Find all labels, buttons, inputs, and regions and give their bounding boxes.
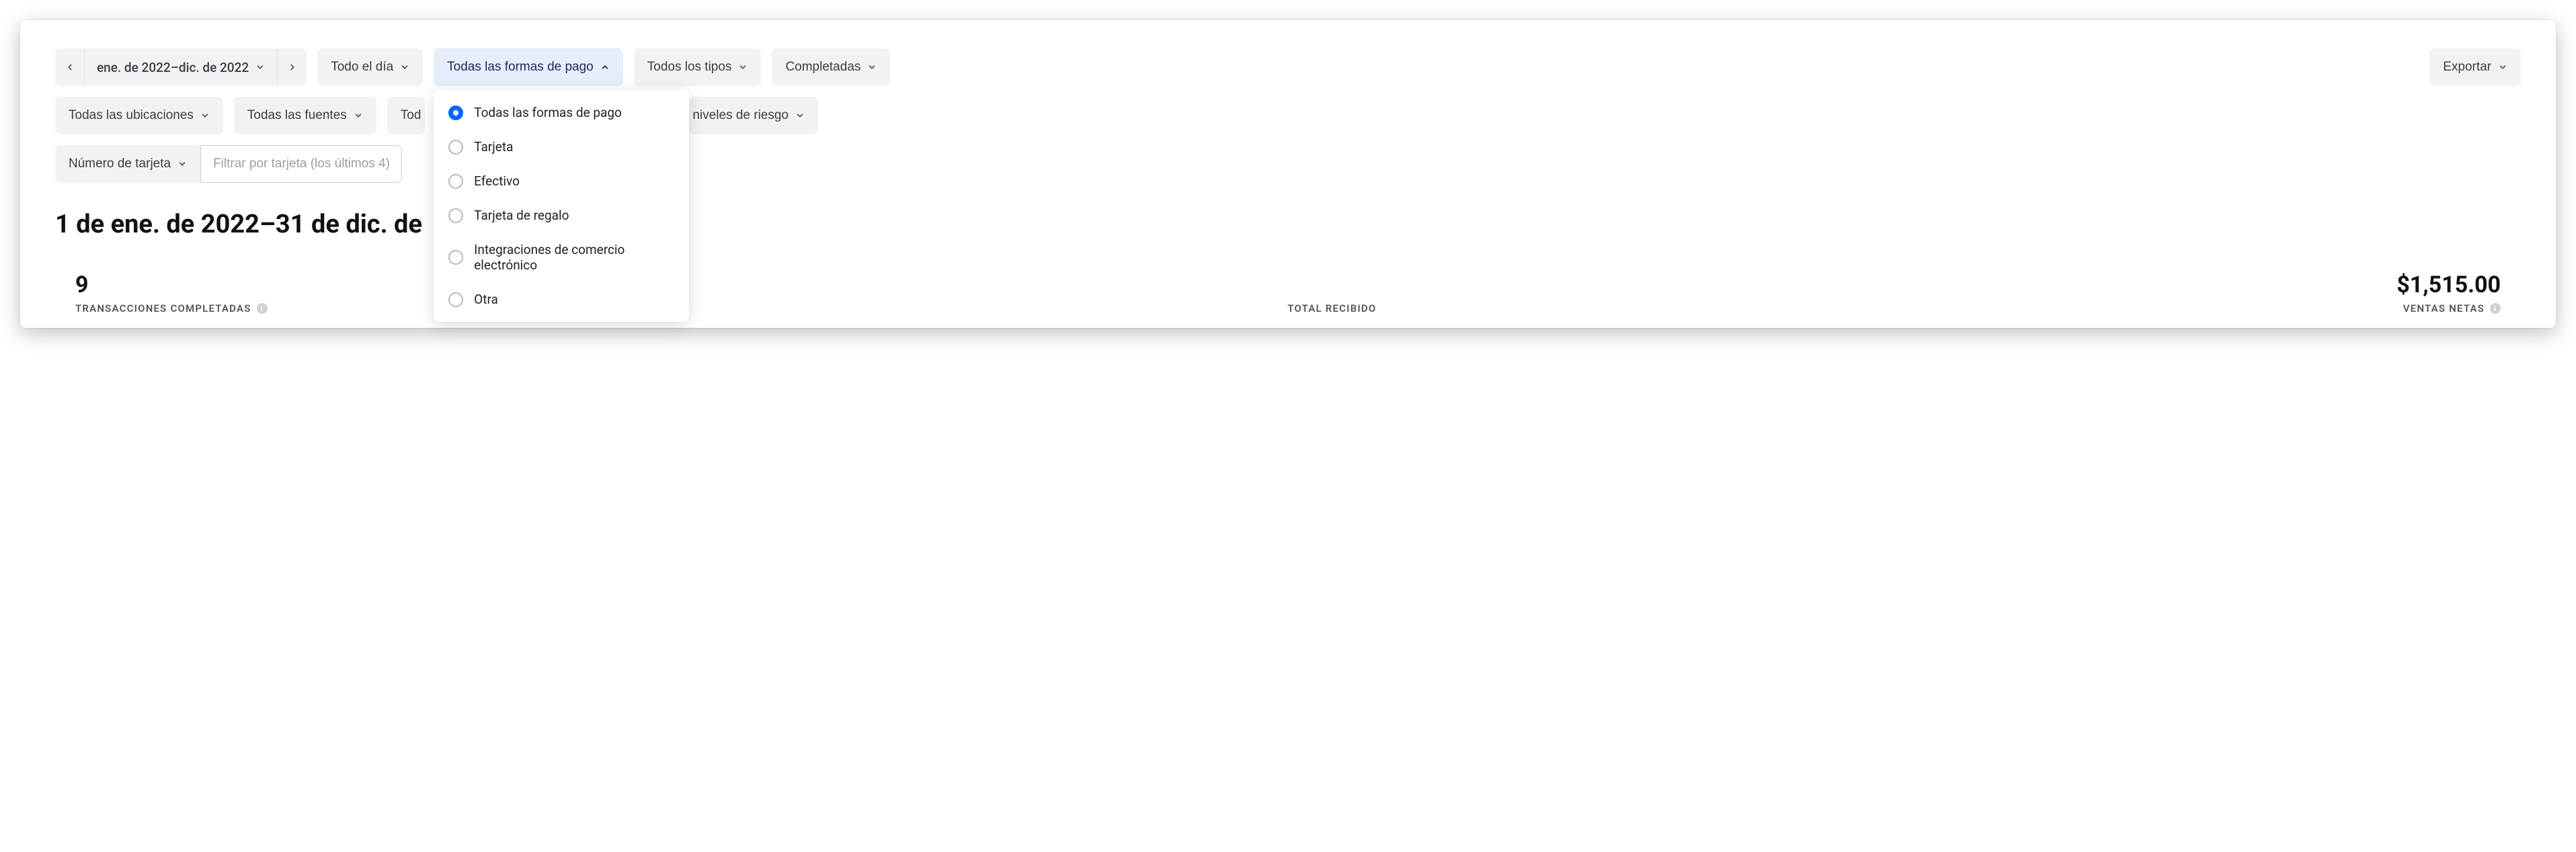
page-title: 1 de ene. de 2022–31 de dic. de	[55, 210, 2521, 239]
filter-row-1: ene. de 2022–dic. de 2022 Todo el día To…	[55, 48, 2521, 86]
chevron-up-icon	[600, 62, 610, 72]
chevron-down-icon	[200, 111, 210, 120]
stat-net-label: VENTAS NETAS i	[2403, 302, 2501, 314]
export-button[interactable]: Exportar	[2429, 48, 2521, 86]
filter-row-2: Todas las ubicaciones Todas las fuentes …	[55, 97, 2521, 134]
radio-icon	[448, 174, 463, 189]
obscured-filter-button[interactable]: Tod	[387, 97, 426, 134]
chevron-down-icon	[354, 111, 363, 120]
payment-method-label: Todas las formas de pago	[447, 60, 594, 75]
date-range-picker: ene. de 2022–dic. de 2022	[55, 48, 307, 86]
payment-method-dropdown: Todas las formas de pago Tarjeta Efectiv…	[434, 90, 689, 322]
chevron-down-icon	[255, 62, 265, 72]
card-number-filter-button[interactable]: Número de tarjeta	[55, 145, 200, 183]
payment-option-label: Integraciones de comercio electrónico	[474, 242, 674, 273]
stat-completed: 9 TRANSACCIONES COMPLETADAS i	[75, 271, 268, 314]
payment-option-label: Efectivo	[474, 173, 520, 189]
radio-icon	[448, 292, 463, 307]
info-icon[interactable]: i	[257, 303, 268, 314]
sources-filter-label: Todas las fuentes	[247, 108, 347, 123]
chevron-down-icon	[738, 62, 748, 72]
date-range-button[interactable]: ene. de 2022–dic. de 2022	[85, 48, 277, 86]
payment-option-card[interactable]: Tarjeta	[434, 130, 689, 164]
payment-option-label: Tarjeta	[474, 139, 513, 155]
stats-row: 9 TRANSACCIONES COMPLETADAS i TOTAL RECI…	[55, 271, 2521, 314]
risk-filter-button[interactable]: niveles de riesgo	[688, 97, 818, 134]
chevron-down-icon	[2498, 62, 2507, 72]
payment-option-label: Otra	[474, 292, 498, 307]
locations-filter-label: Todas las ubicaciones	[69, 108, 194, 123]
types-filter-label: Todos los tipos	[647, 60, 732, 75]
payment-method-button[interactable]: Todas las formas de pago	[434, 48, 623, 86]
stat-net-value: $1,515.00	[2397, 271, 2501, 298]
date-range-label: ene. de 2022–dic. de 2022	[97, 60, 249, 75]
payment-option-giftcard[interactable]: Tarjeta de regalo	[434, 198, 689, 232]
radio-icon	[448, 140, 463, 155]
stat-net: $1,515.00 VENTAS NETAS i	[2397, 271, 2501, 314]
time-filter-button[interactable]: Todo el día	[317, 48, 423, 86]
obscured-filter-label: Tod	[401, 108, 421, 123]
card-number-input[interactable]	[200, 145, 402, 183]
info-icon[interactable]: i	[2490, 303, 2501, 314]
status-filter-label: Completadas	[785, 60, 860, 75]
payment-option-label: Tarjeta de regalo	[474, 208, 569, 223]
payment-option-label: Todas las formas de pago	[474, 105, 622, 120]
export-label: Exportar	[2443, 60, 2491, 75]
chevron-down-icon	[400, 62, 409, 72]
date-next-button[interactable]	[277, 48, 307, 86]
radio-icon	[448, 250, 463, 265]
stat-received-label: TOTAL RECIBIDO	[1287, 302, 1376, 314]
sources-filter-button[interactable]: Todas las fuentes	[234, 97, 376, 134]
chevron-right-icon	[288, 62, 297, 72]
radio-icon	[448, 208, 463, 223]
risk-filter-label: niveles de riesgo	[692, 108, 789, 123]
payment-option-other[interactable]: Otra	[434, 282, 689, 316]
time-filter-label: Todo el día	[331, 60, 393, 75]
transactions-panel: ene. de 2022–dic. de 2022 Todo el día To…	[20, 20, 2556, 328]
chevron-left-icon	[65, 62, 75, 72]
chevron-down-icon	[795, 111, 805, 120]
date-prev-button[interactable]	[55, 48, 85, 86]
chevron-down-icon	[867, 62, 877, 72]
stat-completed-value: 9	[75, 271, 268, 298]
types-filter-button[interactable]: Todos los tipos	[634, 48, 762, 86]
stat-received: TOTAL RECIBIDO	[1287, 302, 1376, 314]
radio-icon	[448, 105, 463, 120]
card-filter-row: Número de tarjeta	[55, 145, 2521, 183]
chevron-down-icon	[177, 159, 187, 169]
locations-filter-button[interactable]: Todas las ubicaciones	[55, 97, 223, 134]
status-filter-button[interactable]: Completadas	[772, 48, 890, 86]
card-number-filter-label: Número de tarjeta	[69, 157, 171, 171]
payment-option-ecommerce[interactable]: Integraciones de comercio electrónico	[434, 232, 689, 282]
payment-method-filter: Todas las formas de pago Todas las forma…	[434, 48, 623, 86]
payment-option-all[interactable]: Todas las formas de pago	[434, 95, 689, 130]
stat-completed-label: TRANSACCIONES COMPLETADAS i	[75, 302, 268, 314]
payment-option-cash[interactable]: Efectivo	[434, 164, 689, 198]
